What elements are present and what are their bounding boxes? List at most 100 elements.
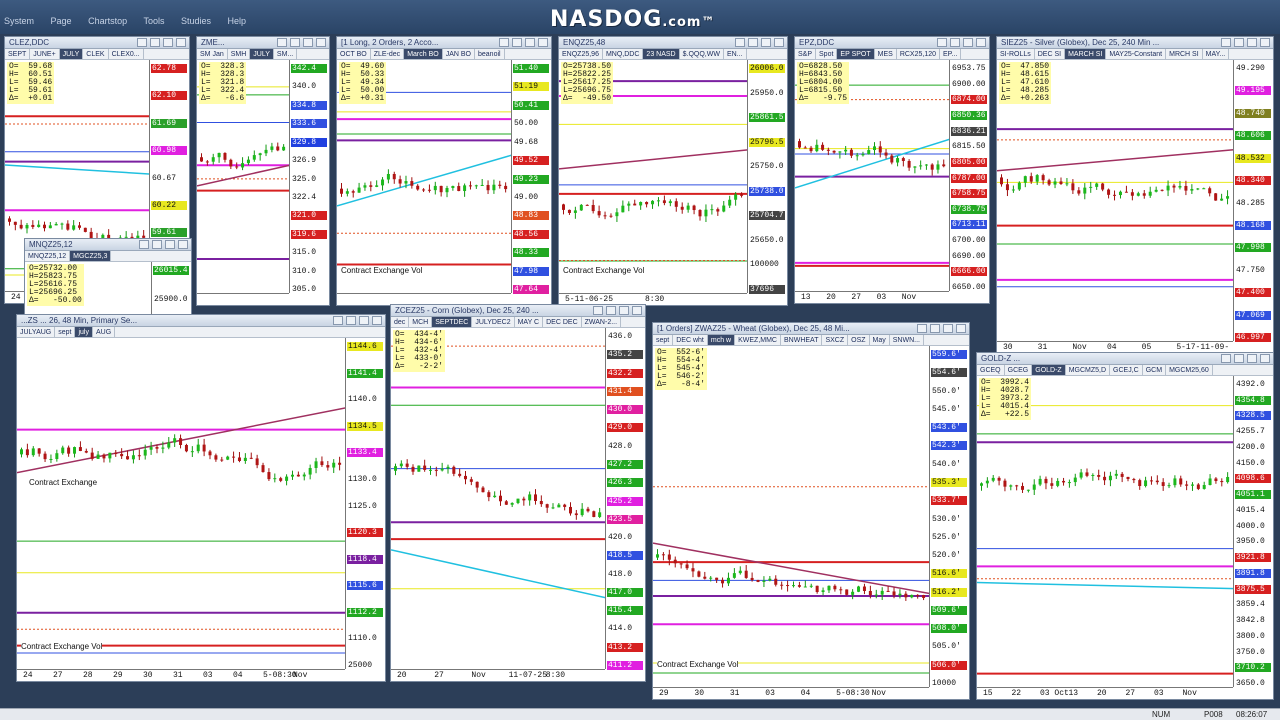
minimize-icon[interactable] (735, 38, 745, 47)
minimize-icon[interactable] (277, 38, 287, 47)
close-icon[interactable] (956, 324, 966, 333)
symbol-tab[interactable]: $.QQQ,WW (680, 49, 724, 59)
window-titlebar[interactable]: EPZ,DDC (795, 37, 989, 49)
menu-item[interactable]: Page (51, 16, 72, 26)
maximize-icon[interactable] (163, 38, 173, 47)
maximize-icon[interactable] (359, 316, 369, 325)
symbol-tab[interactable]: ZWAN-2... (582, 317, 622, 327)
price-axis[interactable]: 4392.0 4354.8 4328.5 4255.7 4200.0 4150.0 4098… (1233, 376, 1273, 688)
maximize-icon[interactable] (1247, 354, 1257, 363)
symbol-tab[interactable]: CLEK (83, 49, 109, 59)
price-axis[interactable]: 49.290 49.195 48.740 48.606 48.532 48.340 48.2… (1233, 60, 1273, 342)
symbol-tab[interactable]: beanoil (475, 49, 505, 59)
symbol-tab[interactable]: sept (653, 335, 674, 345)
symbol-tab[interactable]: MRCH SI (1166, 49, 1203, 59)
symbol-tab[interactable]: JULY (59, 49, 84, 59)
symbol-tab[interactable]: EP SPOT (837, 49, 875, 59)
symbol-tab[interactable]: OSZ (848, 335, 870, 345)
symbol-tab[interactable]: May (870, 335, 890, 345)
symbol-tab[interactable]: SXCZ (822, 335, 849, 345)
symbol-tab[interactable]: MGCMZ5,D (1066, 365, 1111, 375)
minimize-icon[interactable] (137, 38, 147, 47)
restore-icon[interactable] (290, 38, 300, 47)
menu-item[interactable]: Chartstop (88, 16, 127, 26)
symbol-tab[interactable]: SNWN... (890, 335, 924, 345)
chart-window[interactable]: EPZ,DDC S&P Spot EP SPOT MES RCX25,120 EP... O=… (794, 36, 990, 304)
maximize-icon[interactable] (943, 324, 953, 333)
chart-window[interactable]: ...ZS ... 26, 48 Min, Primary Se... JULYA… (16, 314, 386, 682)
symbol-tab[interactable]: dec (391, 317, 410, 327)
maximize-icon[interactable] (165, 240, 175, 249)
menu-item[interactable]: Tools (143, 16, 164, 26)
close-icon[interactable] (372, 316, 382, 325)
price-plot[interactable] (391, 328, 607, 669)
symbol-tab[interactable]: S&P (795, 49, 817, 59)
symbol-tab[interactable]: ENQZ25,96 (559, 49, 603, 59)
maximize-icon[interactable] (963, 38, 973, 47)
symbol-tab[interactable]: GCEQ (977, 365, 1005, 375)
symbol-tab[interactable]: AUG (93, 327, 116, 337)
symbol-tab[interactable]: july (75, 327, 93, 337)
maximize-icon[interactable] (303, 38, 313, 47)
symbol-tab[interactable]: SI-ROLLs (997, 49, 1035, 59)
symbol-tab[interactable]: JULYAUG (17, 327, 56, 337)
minimize-icon[interactable] (1221, 38, 1231, 47)
symbol-tab[interactable]: BNWHEAT (781, 335, 823, 345)
time-axis[interactable]: 13 20 27 03 Nov (795, 291, 949, 303)
symbol-tab[interactable]: MNQZ25,12 (25, 251, 71, 261)
price-plot[interactable] (653, 346, 931, 687)
close-icon[interactable] (1260, 38, 1270, 47)
minimize-icon[interactable] (593, 306, 603, 315)
restore-icon[interactable] (930, 324, 940, 333)
chart-window[interactable]: [1 Orders] ZWAZ25 - Wheat (Globex), Dec … (652, 322, 970, 700)
symbol-tab[interactable]: DEC SI (1035, 49, 1066, 59)
price-axis[interactable]: 1144.6 1141.4 1140.0 1134.5 1133.4 1130.0 1125… (345, 338, 385, 670)
symbol-tab[interactable]: GCEJ,C (1110, 365, 1143, 375)
symbol-tab[interactable]: KWEZ,MMC (735, 335, 781, 345)
close-icon[interactable] (538, 38, 548, 47)
restore-icon[interactable] (152, 240, 162, 249)
symbol-tab[interactable]: SM... (274, 49, 298, 59)
symbol-tab[interactable]: DEC wht (673, 335, 708, 345)
menu-item[interactable]: Help (228, 16, 247, 26)
time-axis[interactable]: 29 30 31 03 04 5-08:30 Nov (653, 687, 929, 699)
symbol-tab[interactable]: EN... (724, 49, 747, 59)
price-axis[interactable]: 26006.0 25950.0 25861.5 25796.5 25750.0 25738… (747, 60, 787, 294)
restore-icon[interactable] (1234, 38, 1244, 47)
close-icon[interactable] (316, 38, 326, 47)
window-titlebar[interactable]: [1 Long, 2 Orders, 2 Acco... (337, 37, 551, 49)
restore-icon[interactable] (1234, 354, 1244, 363)
symbol-tab[interactable]: OCT BO (337, 49, 371, 59)
symbol-tab[interactable]: MARCH SI (1065, 49, 1107, 59)
minimize-icon[interactable] (333, 316, 343, 325)
symbol-tab[interactable]: MCH (409, 317, 433, 327)
time-axis[interactable]: 20 27 Nov 11-07-25 8:30 (391, 669, 605, 681)
symbol-tab[interactable]: MAY... (1203, 49, 1230, 59)
symbol-tab[interactable]: MAY25-Constant (1106, 49, 1167, 59)
symbol-tab[interactable]: SMH (228, 49, 251, 59)
symbol-tab[interactable]: DEC DEC (543, 317, 582, 327)
symbol-tab[interactable]: JAN BO (443, 49, 475, 59)
window-titlebar[interactable]: ...ZS ... 26, 48 Min, Primary Se... (17, 315, 385, 327)
chart-window[interactable]: [1 Long, 2 Orders, 2 Acco... OCT BO ZLE-de… (336, 36, 552, 306)
close-icon[interactable] (176, 38, 186, 47)
price-plot[interactable] (17, 338, 347, 669)
chart-window[interactable]: ZCEZ25 - Corn (Globex), Dec 25, 240 ... d… (390, 304, 646, 682)
symbol-tab[interactable]: RCX25,120 (897, 49, 941, 59)
symbol-tab[interactable]: SEPTDEC (432, 317, 473, 327)
close-icon[interactable] (976, 38, 986, 47)
minimize-icon[interactable] (937, 38, 947, 47)
symbol-tab[interactable]: SEPT (5, 49, 31, 59)
window-titlebar[interactable]: [1 Orders] ZWAZ25 - Wheat (Globex), Dec … (653, 323, 969, 335)
symbol-tab[interactable]: sept (55, 327, 76, 337)
close-icon[interactable] (774, 38, 784, 47)
restore-icon[interactable] (512, 38, 522, 47)
restore-icon[interactable] (950, 38, 960, 47)
price-axis[interactable]: 559.6' 554.6' 550.0' 545.0' 543.6' 542.3' 540.… (929, 346, 969, 688)
chart-window[interactable]: SIEZ25 - Silver (Globex), Dec 25, 240 Mi… (996, 36, 1274, 354)
time-axis[interactable] (197, 293, 289, 305)
symbol-tab[interactable]: JUNE+ (30, 49, 60, 59)
restore-icon[interactable] (606, 306, 616, 315)
symbol-tab[interactable]: 23 NASD (643, 49, 680, 59)
window-titlebar[interactable]: SIEZ25 - Silver (Globex), Dec 25, 240 Mi… (997, 37, 1273, 49)
